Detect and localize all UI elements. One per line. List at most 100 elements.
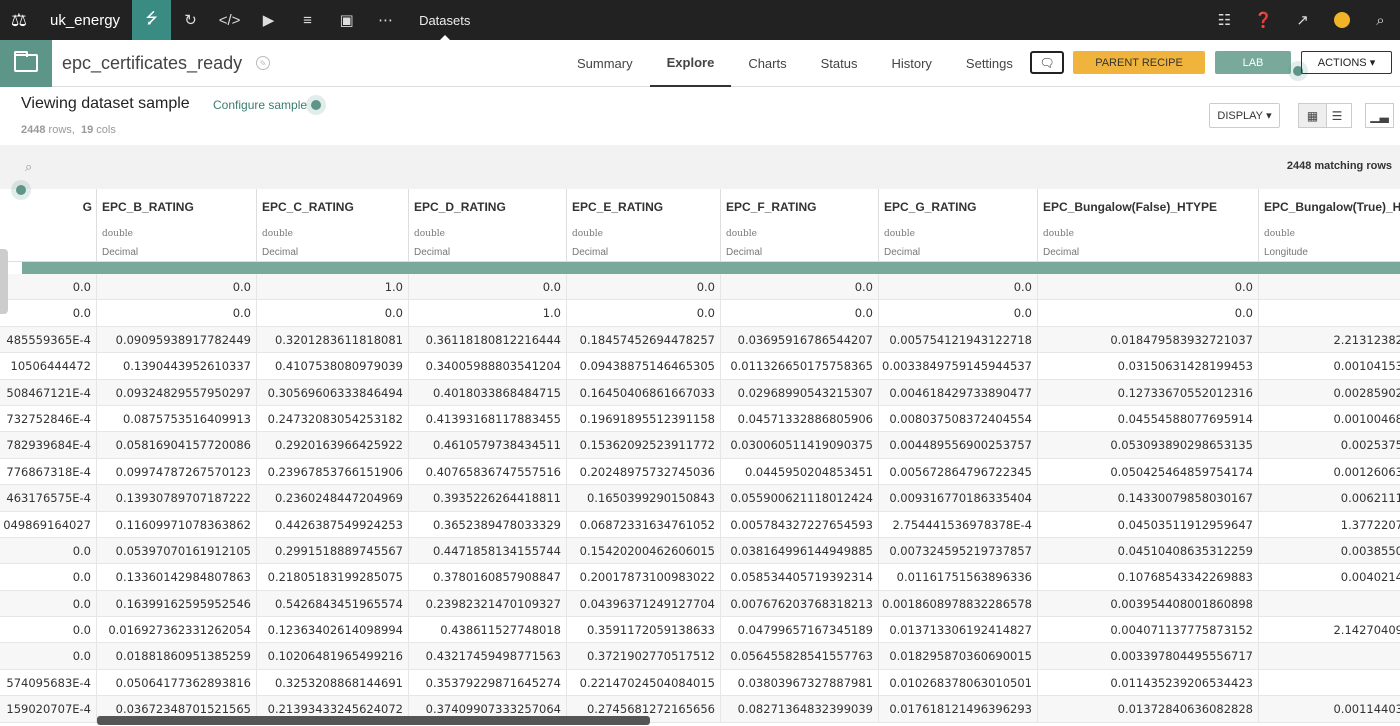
table-cell[interactable]: 0.14330079858030167 [1038, 485, 1259, 512]
table-cell[interactable]: 0.13930789707187222 [97, 485, 257, 512]
table-cell[interactable]: 0.011435239206534423 [1038, 669, 1259, 697]
table-row[interactable]: 485559365E-4 0.09095938917782449 0.3201283… [0, 326, 1400, 354]
table-cell[interactable]: 0.11609971078363862 [97, 511, 257, 538]
table-cell[interactable]: 0.005754121943122718 [879, 326, 1038, 354]
table-cell[interactable]: 0.0062111 [1259, 485, 1400, 512]
table-cell[interactable]: 0.438611527748018 [409, 617, 567, 644]
table-cell[interactable]: 0.00126063 [1259, 459, 1400, 486]
table-cell[interactable]: 1.3772207 [1259, 512, 1400, 538]
table-cell[interactable]: 0.24732083054253182 [257, 405, 409, 433]
table-cell[interactable]: 0.4610579738434511 [409, 432, 567, 459]
table-cell[interactable]: 0.4471858134155744 [409, 537, 567, 565]
table-cell[interactable] [1259, 670, 1400, 697]
chart-view-icon[interactable]: ▁▃ [1365, 103, 1394, 128]
table-cell[interactable]: 0.02968990543215307 [721, 379, 879, 406]
table-cell[interactable]: 0.0 [721, 274, 879, 301]
table-cell[interactable]: 0.1650399290150843 [567, 485, 721, 512]
table-cell[interactable]: 0.2991518889745567 [257, 537, 409, 565]
table-cell[interactable]: 0.01372840636082828 [1038, 696, 1259, 723]
help-icon[interactable]: ❓ [1244, 0, 1283, 40]
table-cell[interactable]: 0.004071137775873152 [1038, 617, 1259, 644]
table-cell[interactable]: 0.04799657167345189 [721, 617, 879, 644]
table-cell[interactable]: 0.2920163966425922 [257, 432, 409, 459]
table-cell[interactable]: 0.20248975732745036 [567, 458, 721, 486]
table-cell[interactable]: 0.055900621118012424 [721, 485, 879, 512]
table-cell[interactable]: 0.050425464859754174 [1038, 458, 1259, 486]
table-cell[interactable] [1259, 643, 1400, 670]
list-view-icon[interactable]: ☰ [1323, 103, 1352, 128]
table-cell[interactable]: 0.018479583932721037 [1038, 326, 1259, 354]
table-cell[interactable]: 0.05064177362893816 [97, 669, 257, 697]
table-cell[interactable]: 0.20017873100983022 [567, 564, 721, 591]
table-cell[interactable]: 0.0 [879, 300, 1038, 327]
table-cell[interactable]: 0.3591172059138633 [567, 617, 721, 644]
table-cell[interactable]: 0.0 [0, 643, 97, 670]
table-row[interactable]: 0.0 0.16399162595952546 0.5426843451965574… [0, 590, 1400, 618]
table-cell[interactable]: 0.00114403 [1259, 696, 1400, 723]
table-row[interactable]: 0.0 0.01881860951385259 0.1020648196549921… [0, 643, 1400, 670]
table-cell[interactable]: 0.18457452694478257 [567, 326, 721, 354]
table-cell[interactable]: 10506444472 [0, 353, 97, 380]
table-cell[interactable]: 0.0 [0, 300, 97, 327]
table-cell[interactable]: 0.21805183199285075 [257, 564, 409, 591]
table-cell[interactable]: 0.0038550 [1259, 538, 1400, 565]
dashboard-icon[interactable]: ▣ [327, 0, 366, 40]
breadcrumb-datasets[interactable]: Datasets [419, 0, 470, 40]
table-cell[interactable]: 0.0018608978832286578 [879, 590, 1038, 618]
table-cell[interactable]: 0.00285902 [1259, 380, 1400, 406]
table-cell[interactable]: 0.0 [721, 300, 879, 327]
table-cell[interactable] [1259, 300, 1400, 327]
table-cell[interactable]: 0.008037508372404554 [879, 405, 1038, 433]
trend-icon[interactable]: ↗ [1283, 0, 1322, 40]
table-cell[interactable]: 2.21312382 [1259, 327, 1400, 354]
search-icon[interactable]: ⌕ [25, 159, 32, 175]
table-row[interactable]: 0.0 0.0 0.0 1.0 0.0 0.0 0.0 0.0 [0, 300, 1400, 327]
table-row[interactable]: 574095683E-4 0.05064177362893816 0.3253208… [0, 669, 1400, 697]
table-cell[interactable] [1259, 274, 1400, 301]
table-cell[interactable]: 0.056455828541557763 [721, 643, 879, 670]
table-row[interactable]: 508467121E-4 0.09324829557950297 0.3056960… [0, 379, 1400, 406]
table-cell[interactable]: 0.0033849759145944537 [879, 353, 1038, 380]
tab-explore[interactable]: Explore [649, 40, 732, 87]
table-cell[interactable]: 0.00100468 [1259, 406, 1400, 433]
table-cell[interactable]: 0.09974787267570123 [97, 458, 257, 486]
table-cell[interactable]: 0.3935226264418811 [409, 485, 567, 512]
table-cell[interactable]: 0.09324829557950297 [97, 379, 257, 406]
tab-status[interactable]: Status [804, 40, 875, 87]
table-cell[interactable]: 0.009316770186335404 [879, 485, 1038, 512]
table-cell[interactable]: 2.14270409 [1259, 617, 1400, 644]
table-cell[interactable]: 0.0040214 [1259, 564, 1400, 591]
table-cell[interactable]: 776867318E-4 [0, 458, 97, 486]
table-cell[interactable]: 0.05816904157720086 [97, 432, 257, 459]
column-header[interactable]: EPC_F_RATING double Decimal [721, 189, 879, 262]
tab-charts[interactable]: Charts [731, 40, 803, 87]
column-header[interactable]: EPC_B_RATING double Decimal [97, 189, 257, 262]
table-cell[interactable]: 0.03803967327887981 [721, 669, 879, 697]
tab-settings[interactable]: Settings [949, 40, 1030, 87]
table-cell[interactable]: 0.0 [567, 274, 721, 301]
table-cell[interactable]: 0.23967853766151906 [257, 458, 409, 486]
table-cell[interactable]: 159020707E-4 [0, 696, 97, 723]
code-icon[interactable]: </> [210, 0, 249, 40]
tab-summary[interactable]: Summary [560, 40, 650, 87]
library-icon[interactable]: ≡ [288, 0, 327, 40]
table-cell[interactable]: 0.017618121496396293 [879, 696, 1038, 723]
table-cell[interactable]: 0.2360248447204969 [257, 485, 409, 512]
table-cell[interactable]: 732752846E-4 [0, 405, 97, 433]
table-cell[interactable]: 0.36118180812216444 [409, 326, 567, 354]
table-cell[interactable] [1259, 591, 1400, 618]
column-header[interactable]: EPC_G_RATING double Decimal [879, 189, 1038, 262]
table-row[interactable]: 0.0 0.0 1.0 0.0 0.0 0.0 0.0 0.0 [0, 274, 1400, 301]
table-cell[interactable]: 0.0 [0, 617, 97, 644]
table-cell[interactable]: 0.003954408001860898 [1038, 590, 1259, 618]
table-cell[interactable]: 0.007324595219737857 [879, 537, 1038, 565]
table-cell[interactable]: 0.15420200462606015 [567, 537, 721, 565]
jobs-icon[interactable]: ↻ [171, 0, 210, 40]
table-cell[interactable]: 0.004618429733890477 [879, 379, 1038, 406]
table-cell[interactable]: 0.005672864796722345 [879, 458, 1038, 486]
display-dropdown[interactable]: DISPLAY ▾ [1209, 103, 1280, 128]
tab-history[interactable]: History [874, 40, 948, 87]
table-cell[interactable]: 0.04396371249127704 [567, 590, 721, 618]
table-row[interactable]: 782939684E-4 0.05816904157720086 0.2920163… [0, 432, 1400, 459]
table-cell[interactable]: 508467121E-4 [0, 379, 97, 406]
